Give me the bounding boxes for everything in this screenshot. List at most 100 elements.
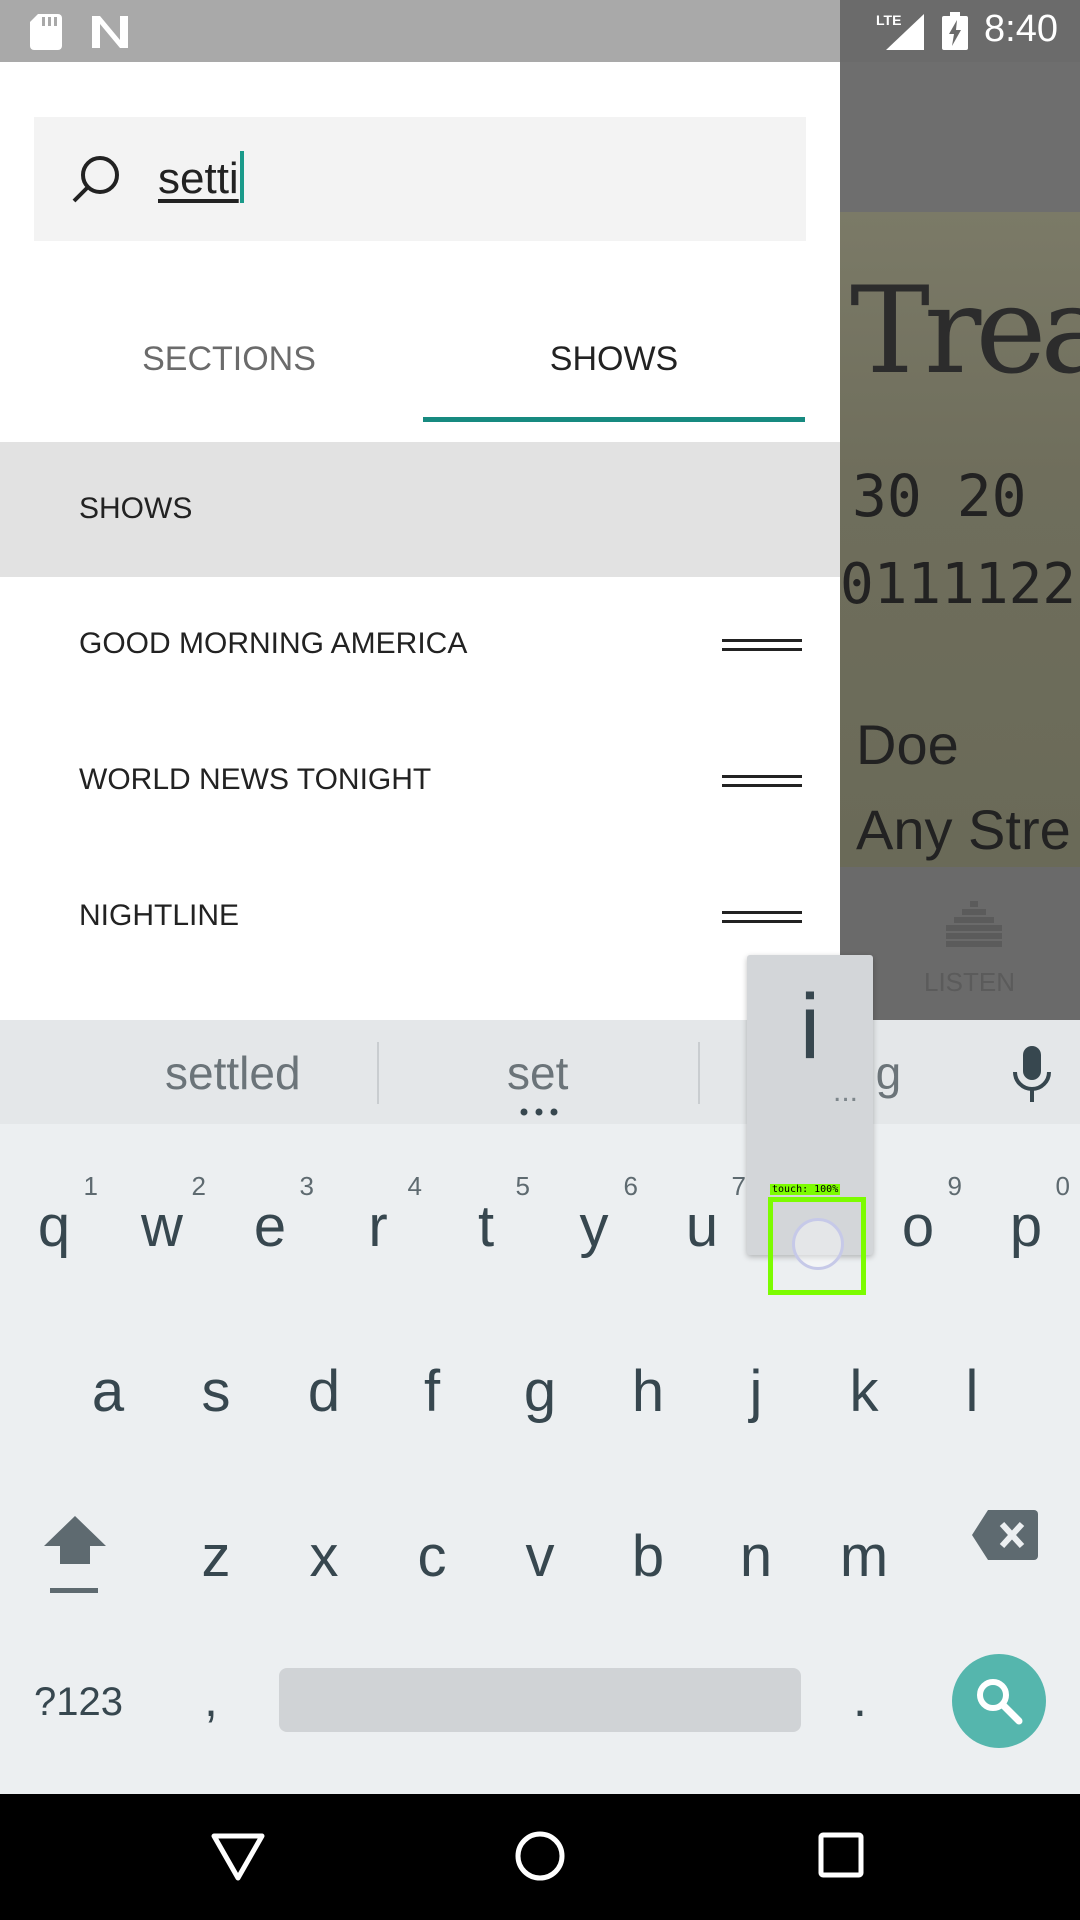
key-char: h [631,1359,665,1424]
key-p[interactable]: 0p [972,1145,1080,1295]
key-char: j [749,1359,763,1424]
background-app[interactable]: Trea 30 20 011112222 Doe Any Stre LISTEN [840,62,1080,1020]
listen-tab[interactable]: LISTEN [840,867,1080,1020]
recent-apps-icon[interactable] [818,1832,864,1878]
more-suggestions-icon[interactable] [519,1108,559,1116]
key-b[interactable]: b [594,1475,702,1625]
suggestion-divider [377,1042,379,1104]
list-item-label: WORLD NEWS TONIGHT [79,763,432,796]
key-char: b [631,1524,665,1589]
key-char: c [417,1524,447,1589]
suggestion-1[interactable]: settled [165,1046,301,1100]
search-bar[interactable]: setti [34,117,806,241]
key-g[interactable]: g [486,1310,594,1460]
search-query-text: setti [158,154,239,203]
touch-point [792,1218,844,1270]
backspace-icon[interactable] [972,1510,1038,1560]
key-char: w [141,1194,183,1259]
tab-indicator [423,417,805,422]
key-t[interactable]: 5t [432,1145,540,1295]
key-char: o [901,1194,935,1259]
search-icon [977,1679,1023,1725]
key-v[interactable]: v [486,1475,594,1625]
key-char: s [201,1359,231,1424]
key-char: r [368,1194,388,1259]
list-header[interactable]: SHOWS [0,442,840,577]
key-q[interactable]: 1q [0,1145,108,1295]
tab-bar: SECTIONS SHOWS [0,297,840,422]
photo-name-text: Doe [856,713,959,776]
period-key[interactable]: . [853,1670,867,1728]
key-char: n [739,1524,773,1589]
key-y[interactable]: 6y [540,1145,648,1295]
tab-shows[interactable]: SHOWS [423,297,805,417]
comma-key[interactable]: , [204,1670,218,1728]
list-item-label: NIGHTLINE [79,899,240,932]
home-icon[interactable] [514,1830,566,1882]
key-char: y [579,1194,609,1259]
clock: 8:40 [984,8,1058,50]
key-o[interactable]: 9o [864,1145,972,1295]
key-n[interactable]: n [702,1475,810,1625]
key-s[interactable]: s [162,1310,270,1460]
navigation-bar [0,1794,1080,1920]
key-k[interactable]: k [810,1310,918,1460]
list-item-label: GOOD MORNING AMERICA [79,627,468,660]
back-icon[interactable] [210,1832,266,1882]
key-char: l [965,1359,979,1424]
status-bar: LTE 8:40 [0,0,1080,62]
key-char: z [201,1524,231,1589]
listen-label: LISTEN [924,967,1016,997]
notification-n-icon [92,16,128,48]
tab-sections[interactable]: SECTIONS [34,297,424,417]
suggestion-2[interactable]: set [507,1046,568,1100]
photo-title-text: Trea [850,262,1080,401]
photo-account-text: 011112222 [840,552,1080,617]
list-header-label: SHOWS [79,492,193,525]
key-char: f [423,1359,441,1424]
key-char: e [253,1194,287,1259]
preview-more-indicator: ... [833,1075,859,1108]
key-c[interactable]: c [378,1475,486,1625]
text-cursor [239,151,244,203]
drag-handle-icon[interactable] [722,771,802,791]
list-item-nightline[interactable]: NIGHTLINE [0,849,840,985]
key-a[interactable]: a [54,1310,162,1460]
key-char: v [525,1524,555,1589]
search-action-button[interactable] [952,1654,1046,1748]
key-char: d [307,1359,341,1424]
key-u[interactable]: 7u [648,1145,756,1295]
touch-label: touch: 100% [770,1184,841,1195]
key-w[interactable]: 2w [108,1145,216,1295]
key-char: x [309,1524,339,1589]
battery-charging-icon [942,12,968,50]
suggestion-divider [698,1042,700,1104]
shift-key[interactable] [40,1508,110,1598]
key-j[interactable]: j [702,1310,810,1460]
key-z[interactable]: z [162,1475,270,1625]
key-r[interactable]: 4r [324,1145,432,1295]
list-item-world-news-tonight[interactable]: WORLD NEWS TONIGHT [0,713,840,849]
microphone-icon[interactable] [1010,1046,1054,1102]
shows-list: SHOWS GOOD MORNING AMERICA WORLD NEWS TO… [0,442,840,985]
list-item-good-morning-america[interactable]: GOOD MORNING AMERICA [0,577,840,713]
key-char: p [1009,1194,1043,1259]
symbols-key[interactable]: ?123 [34,1680,123,1725]
drag-handle-icon[interactable] [722,635,802,655]
key-x[interactable]: x [270,1475,378,1625]
key-h[interactable]: h [594,1310,702,1460]
key-e[interactable]: 3e [216,1145,324,1295]
space-bar[interactable] [279,1668,801,1732]
photo-address-text: Any Stre [856,798,1071,861]
preview-char: i [799,976,821,1078]
key-d[interactable]: d [270,1310,378,1460]
key-l[interactable]: l [918,1310,1026,1460]
drag-handle-icon[interactable] [722,907,802,927]
key-char: t [477,1194,495,1259]
key-char: g [523,1359,557,1424]
signal-icon [886,14,924,50]
key-f[interactable]: f [378,1310,486,1460]
search-input[interactable]: setti [158,151,244,204]
key-char: a [91,1359,125,1424]
key-m[interactable]: m [810,1475,918,1625]
